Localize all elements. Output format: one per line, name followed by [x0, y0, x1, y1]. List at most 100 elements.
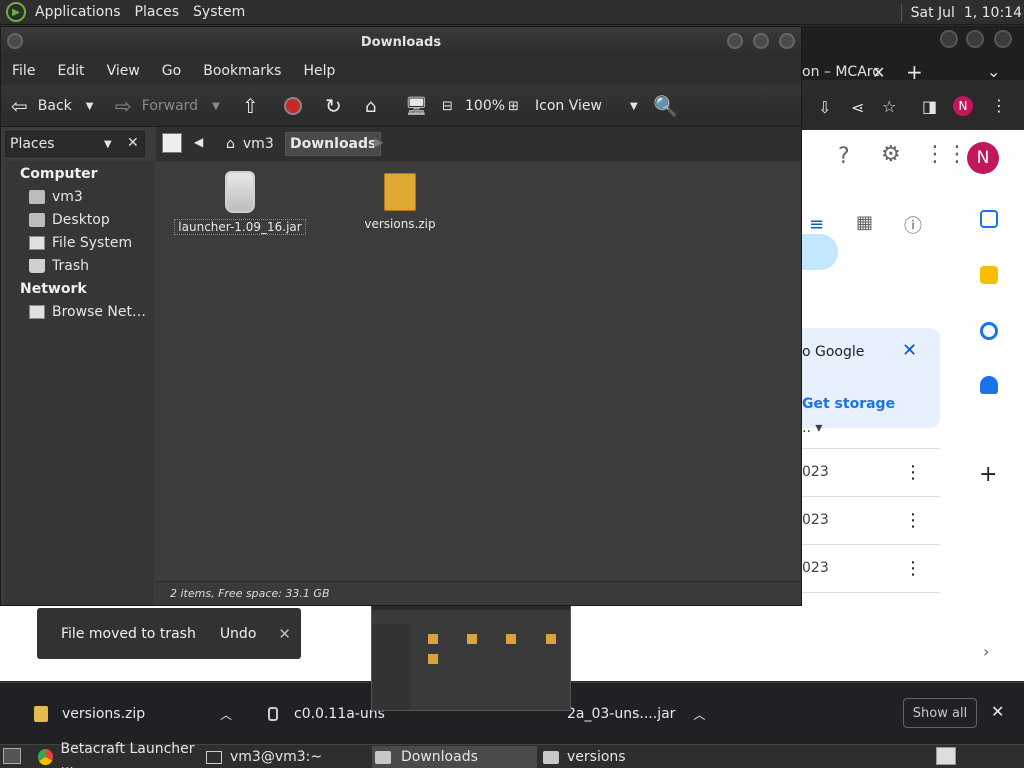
zoom-in-icon[interactable]: ⊞	[508, 85, 519, 127]
side-panel-icon[interactable]: ◨	[922, 97, 937, 116]
close-button[interactable]	[779, 33, 795, 49]
edit-location-icon[interactable]	[162, 133, 182, 153]
add-addon-icon[interactable]: +	[979, 462, 997, 487]
tab-search-chevron-icon[interactable]: ⌄	[987, 62, 1000, 81]
forward-arrow-icon: ⇨	[115, 94, 132, 118]
tab-close-icon[interactable]: ✕	[872, 63, 885, 82]
file-view[interactable]: launcher-1.09_16.jar versions.zip	[156, 161, 801, 581]
network-icon	[29, 305, 45, 319]
reload-icon[interactable]: ↻	[325, 85, 342, 127]
view-mode-select[interactable]: Icon View ▼	[535, 85, 638, 127]
account-avatar[interactable]: N	[967, 142, 999, 174]
window-thumbnail-preview[interactable]	[371, 601, 571, 711]
minimize-button[interactable]	[727, 33, 743, 49]
sidebar-item-desktop[interactable]: Desktop	[29, 210, 110, 230]
computer-icon[interactable]: 🖥	[405, 85, 428, 127]
zoom-level[interactable]: 100%	[465, 85, 505, 127]
sidebar-item-vm3[interactable]: vm3	[29, 187, 83, 207]
path-segment-downloads[interactable]: Downloads	[285, 132, 382, 156]
distro-logo-icon[interactable]: ▶	[6, 2, 26, 22]
task-betacraft[interactable]: Betacraft Launcher ...	[38, 741, 198, 768]
task-downloads[interactable]: Downloads	[372, 746, 537, 768]
maximize-button[interactable]	[753, 33, 769, 49]
bookmark-star-icon[interactable]: ☆	[882, 97, 896, 116]
path-scroll-right-icon[interactable]: ▶	[374, 135, 383, 149]
home-folder-icon: ⌂	[226, 136, 235, 152]
expand-panel-icon[interactable]: ›	[983, 642, 989, 661]
up-arrow-icon[interactable]: ⇧	[242, 85, 259, 127]
clock[interactable]: Sat Jul 1, 10:14	[900, 0, 1024, 25]
apps-grid-icon[interactable]: ⋮⋮	[924, 142, 968, 167]
menu-edit[interactable]: Edit	[46, 63, 95, 79]
chrome-minimize-button[interactable]	[940, 30, 958, 48]
show-all-button[interactable]: Show all	[903, 698, 977, 728]
chrome-tab-title[interactable]: on – MCArc	[802, 64, 880, 80]
path-segment-vm3[interactable]: ⌂ vm3	[226, 133, 274, 155]
download-options-chevron-icon[interactable]: ︿	[220, 706, 232, 723]
workspace-switcher-icon[interactable]	[936, 747, 956, 765]
show-desktop-icon[interactable]	[3, 748, 21, 764]
home-icon[interactable]: ⌂	[365, 85, 376, 127]
settings-gear-icon[interactable]: ⚙	[881, 142, 901, 167]
back-button[interactable]: ⇦ Back ▼	[11, 85, 93, 127]
calendar-icon[interactable]	[980, 210, 998, 228]
file-item[interactable]: launcher-1.09_16.jar	[174, 171, 306, 237]
undo-button[interactable]: Undo	[220, 626, 257, 642]
menu-help[interactable]: Help	[292, 63, 346, 79]
task-versions[interactable]: versions	[543, 746, 703, 768]
menu-bookmarks[interactable]: Bookmarks	[192, 63, 292, 79]
close-sidebar-icon[interactable]: ✕	[127, 135, 139, 151]
chrome-maximize-button[interactable]	[966, 30, 984, 48]
sidebar-item-browse-network[interactable]: Browse Net…	[29, 302, 146, 322]
menu-file[interactable]: File	[1, 63, 46, 79]
places-sidebar: Computer vm3 Desktop File System Trash N…	[5, 161, 154, 605]
window-menu-button[interactable]	[7, 33, 23, 49]
forward-history-chevron-icon[interactable]: ▼	[212, 101, 220, 112]
window-title: Downloads	[360, 34, 442, 50]
row-more-icon[interactable]: ⋮	[904, 510, 922, 531]
zoom-out-icon[interactable]: ⊟	[442, 85, 453, 127]
menu-places[interactable]: Places	[128, 4, 187, 20]
back-history-chevron-icon[interactable]: ▼	[86, 101, 94, 112]
row-more-icon[interactable]: ⋮	[904, 462, 922, 483]
sidebar-item-file-system[interactable]: File System	[29, 233, 132, 253]
snackbar-close-icon[interactable]: ✕	[278, 625, 291, 643]
file-item[interactable]: versions.zip	[336, 171, 464, 237]
info-icon[interactable]: ⓘ	[904, 212, 922, 238]
keep-icon[interactable]	[980, 266, 998, 284]
new-tab-icon[interactable]: +	[906, 60, 923, 84]
install-icon[interactable]: ⇩	[818, 98, 831, 117]
menu-system[interactable]: System	[186, 4, 252, 20]
stop-icon[interactable]	[284, 85, 302, 127]
get-storage-link[interactable]: Get storage	[802, 396, 895, 412]
download-options-chevron-icon[interactable]: ︿	[693, 706, 705, 723]
tasks-icon[interactable]	[980, 322, 998, 340]
chrome-profile-avatar[interactable]: N	[953, 96, 973, 116]
menu-applications[interactable]: Applications	[28, 4, 128, 20]
window-titlebar[interactable]: Downloads	[1, 27, 801, 57]
download-item[interactable]: c0.0.11a-uns	[268, 683, 385, 745]
grid-view-icon[interactable]: ▦	[856, 212, 873, 233]
task-terminal[interactable]: vm3@vm3:~	[206, 746, 366, 768]
menu-go[interactable]: Go	[151, 63, 192, 79]
filter-icon: ≡	[809, 214, 825, 235]
row-more-icon[interactable]: ⋮	[904, 558, 922, 579]
storage-card-close-icon[interactable]: ✕	[902, 340, 917, 361]
places-selector[interactable]: Places ▼	[5, 131, 145, 157]
contacts-icon[interactable]	[980, 376, 998, 394]
forward-button[interactable]: ⇨ Forward ▼	[115, 85, 220, 127]
list-sort-header[interactable]: .. ▾	[802, 420, 822, 436]
search-icon[interactable]: 🔍	[653, 85, 678, 127]
filter-button[interactable]	[802, 234, 838, 270]
chrome-close-button[interactable]	[994, 30, 1012, 48]
path-scroll-left-icon[interactable]: ◀	[194, 135, 203, 149]
sidebar-item-trash[interactable]: Trash	[29, 256, 89, 276]
menu-view[interactable]: View	[96, 63, 151, 79]
chrome-menu-icon[interactable]: ⋮	[991, 96, 1007, 115]
help-icon[interactable]: ?	[838, 144, 850, 169]
download-item[interactable]: 2a_03-uns....jar ︿	[567, 683, 705, 745]
download-item[interactable]: versions.zip ︿	[34, 683, 232, 745]
divider	[802, 544, 940, 545]
share-icon[interactable]: ⋖	[851, 98, 864, 117]
download-shelf-close-icon[interactable]: ✕	[991, 702, 1004, 721]
